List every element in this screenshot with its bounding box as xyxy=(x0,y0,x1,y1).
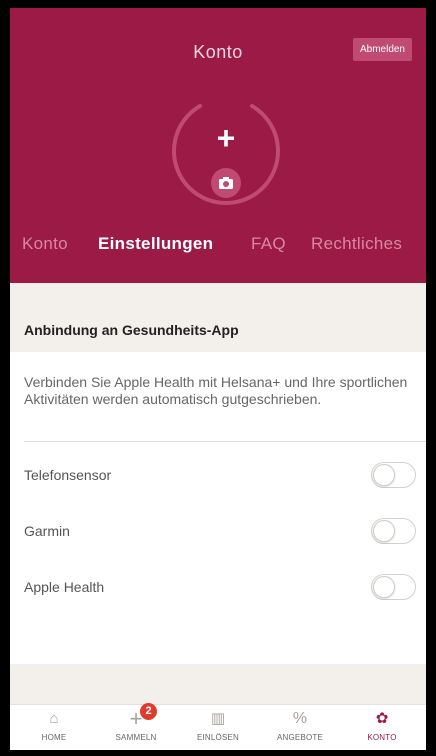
setting-row-apple-health: Apple Health xyxy=(10,568,426,608)
nav-angebote[interactable]: % ANGEBOTE xyxy=(260,705,340,750)
setting-row-telefonsensor: Telefonsensor xyxy=(10,456,426,496)
garmin-toggle[interactable] xyxy=(371,518,416,544)
apple-health-toggle[interactable] xyxy=(371,574,416,600)
bottom-nav: ⌂ HOME + 2 SAMMELN ▥ EINLÖSEN % ANGEBOTE… xyxy=(10,703,426,750)
tab-einstellungen[interactable]: Einstellungen xyxy=(98,234,213,254)
settings-card: Verbinden Sie Apple Health mit Helsana+ … xyxy=(10,352,426,664)
camera-icon xyxy=(219,177,233,189)
nav-label: EINLÖSEN xyxy=(196,733,240,742)
header: Konto Abmelden + Konto Einstellungen FAQ… xyxy=(10,8,426,283)
tab-konto[interactable]: Konto xyxy=(22,234,68,254)
home-icon: ⌂ xyxy=(49,710,59,727)
nav-label: KONTO xyxy=(367,733,397,742)
toggle-knob xyxy=(373,464,395,486)
logout-button[interactable]: Abmelden xyxy=(352,38,412,61)
gift-icon: ▥ xyxy=(210,710,226,727)
active-tab-indicator xyxy=(170,273,190,283)
percent-icon: % xyxy=(292,710,308,727)
nav-konto[interactable]: ✿ KONTO xyxy=(342,705,422,750)
notification-badge: 2 xyxy=(140,703,157,720)
camera-button[interactable] xyxy=(211,168,241,198)
add-photo-icon[interactable]: + xyxy=(208,120,244,156)
nav-einloesen[interactable]: ▥ EINLÖSEN xyxy=(178,705,258,750)
setting-label: Garmin xyxy=(24,523,70,539)
setting-label: Apple Health xyxy=(24,579,105,595)
nav-label: HOME xyxy=(41,733,67,742)
nav-sammeln[interactable]: + 2 SAMMELN xyxy=(96,703,176,750)
nav-label: ANGEBOTE xyxy=(276,733,324,742)
nav-label: SAMMELN xyxy=(115,733,157,742)
telefonsensor-toggle[interactable] xyxy=(371,462,416,488)
section-title: Anbindung an Gesundheits-App xyxy=(24,322,239,338)
divider xyxy=(24,441,426,442)
toggle-knob xyxy=(373,520,395,542)
tab-bar: Konto Einstellungen FAQ Rechtliches xyxy=(10,234,426,268)
setting-label: Telefonsensor xyxy=(24,467,112,483)
tab-faq[interactable]: FAQ xyxy=(251,234,286,254)
section-description: Verbinden Sie Apple Health mit Helsana+ … xyxy=(24,374,408,407)
section-header: Anbindung an Gesundheits-App xyxy=(10,310,426,352)
gear-icon: ✿ xyxy=(375,710,389,727)
setting-row-garmin: Garmin xyxy=(10,512,426,552)
plus-icon: + xyxy=(129,706,143,731)
toggle-knob xyxy=(373,576,395,598)
app-screen: Konto Abmelden + Konto Einstellungen FAQ… xyxy=(10,8,426,750)
tab-rechtliches[interactable]: Rechtliches xyxy=(311,234,402,254)
nav-home[interactable]: ⌂ HOME xyxy=(14,705,94,750)
